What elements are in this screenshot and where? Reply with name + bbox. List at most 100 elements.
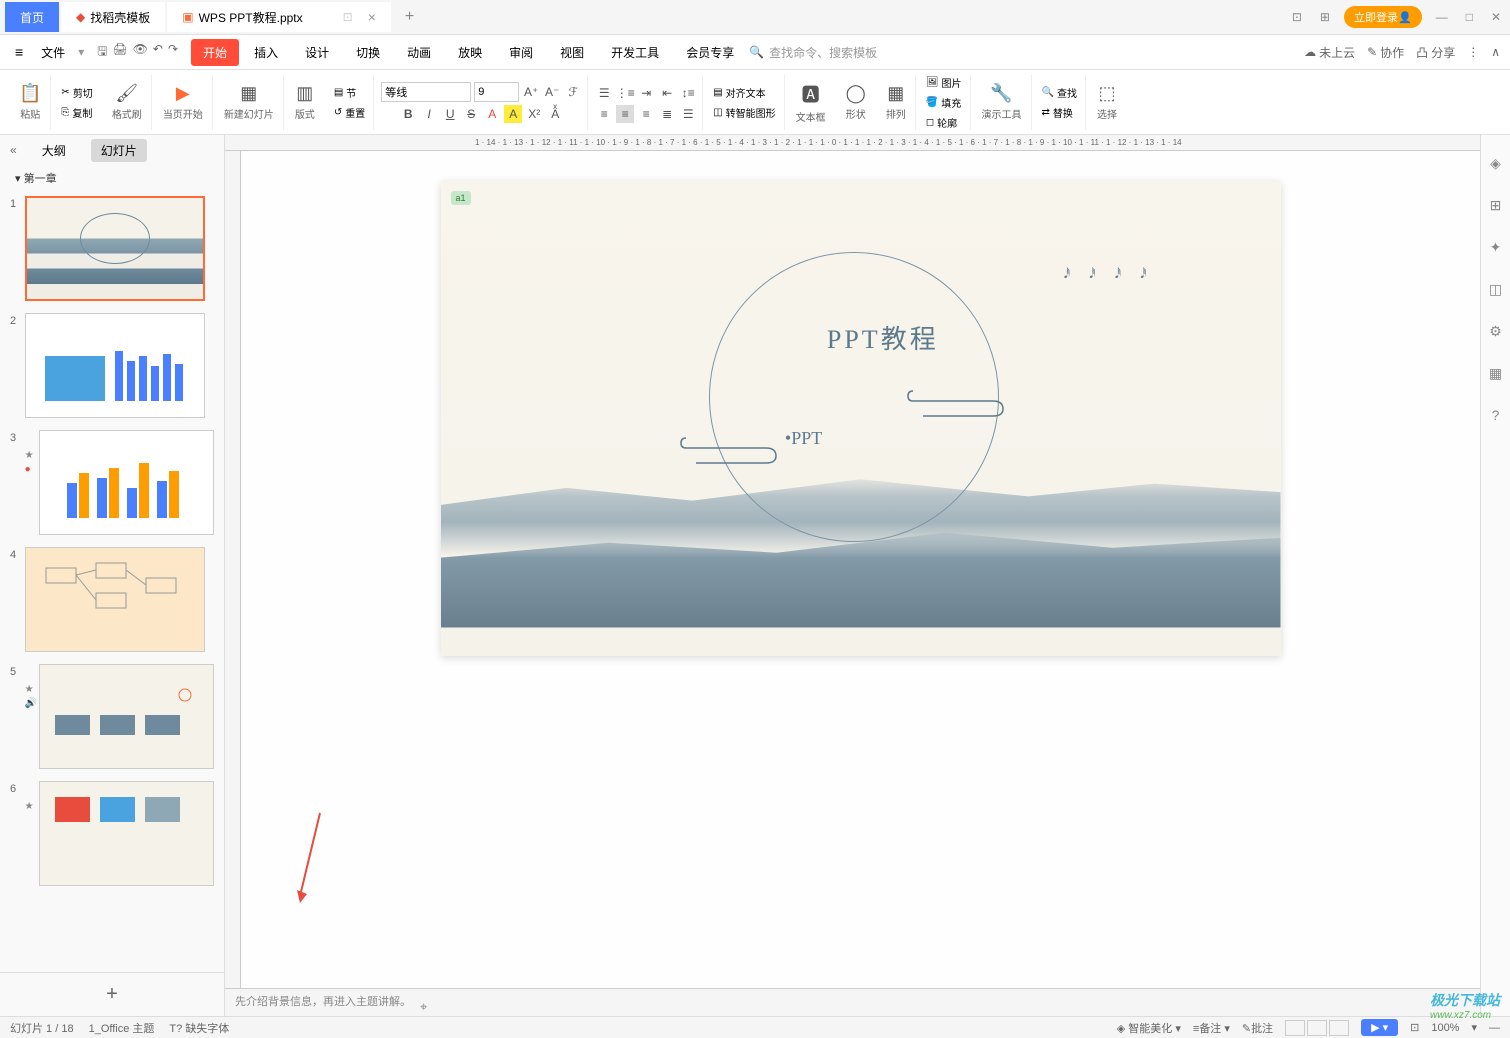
menu-design[interactable]: 设计 (293, 39, 341, 66)
indent-dec-button[interactable]: ⇤ (658, 84, 676, 102)
rp-help-icon[interactable]: ? (1492, 407, 1500, 423)
add-slide-button[interactable]: + (0, 972, 224, 1016)
increase-font-icon[interactable]: A⁺ (522, 83, 540, 101)
share-button[interactable]: 凸分享 (1416, 44, 1455, 61)
redo-icon[interactable]: ↷ (168, 42, 178, 63)
apps-icon[interactable]: ⊞ (1316, 6, 1334, 28)
tab-templates[interactable]: ◆ 找稻壳模板 (61, 2, 165, 32)
cloud-button[interactable]: ☁未上云 (1304, 44, 1355, 61)
tab-overflow-icon[interactable]: ⊡ (343, 10, 353, 24)
numbering-button[interactable]: ⋮≡ (616, 84, 634, 102)
picture-button[interactable]: 🖼图片 (923, 74, 965, 91)
font-size-select[interactable] (474, 82, 519, 102)
slide-canvas[interactable]: a1 PPT教程 •PPT 𝅘𝅥𝅱 𝅘𝅥𝅱 𝅘𝅥𝅱 𝅘𝅥𝅱 (441, 181, 1281, 656)
thumb-image-5[interactable] (39, 664, 214, 769)
zoom-out-icon[interactable]: — (1489, 1022, 1500, 1034)
reset-button[interactable]: ↺重置 (331, 104, 368, 121)
minimize-icon[interactable]: — (1432, 6, 1452, 28)
shape-button[interactable]: ◯形状 (842, 81, 870, 123)
fill-button[interactable]: 🪣填充 (923, 94, 965, 111)
more-icon[interactable]: ⋮ (1467, 45, 1479, 59)
thumb-image-6[interactable] (39, 781, 214, 886)
slide-viewport[interactable]: a1 PPT教程 •PPT 𝅘𝅥𝅱 𝅘𝅥𝅱 𝅘𝅥𝅱 𝅘𝅥𝅱 (225, 151, 1480, 988)
notes-area[interactable]: 先介绍背景信息，再进入主题讲解。 ⌖ (225, 988, 1480, 1016)
rp-templates-icon[interactable]: ▦ (1489, 365, 1502, 382)
thumb-6[interactable]: 6 ★ (10, 781, 214, 886)
thumb-image-4[interactable] (25, 547, 205, 652)
add-tab-button[interactable]: + (393, 8, 426, 26)
font-name-select[interactable] (381, 82, 471, 102)
file-dropdown-icon[interactable]: ▾ (78, 45, 84, 59)
bullets-button[interactable]: ☰ (595, 84, 613, 102)
find-button[interactable]: 🔍查找 (1039, 84, 1080, 101)
menu-member[interactable]: 会员专享 (674, 39, 746, 66)
rp-design-icon[interactable]: ◈ (1490, 155, 1501, 172)
align-left-button[interactable]: ≡ (595, 105, 613, 123)
collab-button[interactable]: ✎协作 (1367, 44, 1404, 61)
align-justify-button[interactable]: ≣ (658, 105, 676, 123)
normal-view-button[interactable] (1285, 1020, 1305, 1036)
layout-icon[interactable]: ⊡ (1288, 6, 1306, 28)
superscript-button[interactable]: X² (525, 105, 543, 123)
sorter-view-button[interactable] (1307, 1020, 1327, 1036)
bold-button[interactable]: B (399, 105, 417, 123)
rp-gallery-icon[interactable]: ◫ (1489, 281, 1502, 298)
italic-button[interactable]: I (420, 105, 438, 123)
missing-font-button[interactable]: T? 缺失字体 (169, 1020, 229, 1036)
slideshow-button[interactable]: ▶ ▾ (1361, 1019, 1398, 1036)
collapse-ribbon-icon[interactable]: ∧ (1491, 45, 1500, 59)
format-painter-button[interactable]: 🖌格式刷 (108, 81, 146, 123)
thumb-1[interactable]: 1 (10, 196, 214, 301)
comments-toggle[interactable]: ✎批注 (1242, 1020, 1273, 1036)
decrease-font-icon[interactable]: A⁻ (543, 83, 561, 101)
reading-view-button[interactable] (1329, 1020, 1349, 1036)
layout-button[interactable]: ▥版式 (291, 81, 319, 123)
outline-button[interactable]: ◻轮廓 (923, 114, 965, 131)
select-button[interactable]: ⬚选择 (1093, 81, 1121, 123)
beautify-button[interactable]: ◈ 智能美化 ▾ (1117, 1020, 1181, 1036)
tools-button[interactable]: 🔧演示工具 (978, 81, 1026, 123)
print-icon[interactable]: 🖨 (112, 42, 127, 63)
save-icon[interactable]: 🖫 (97, 42, 107, 63)
underline-button[interactable]: U (441, 105, 459, 123)
menu-devtools[interactable]: 开发工具 (599, 39, 671, 66)
distribute-button[interactable]: ☰ (679, 105, 697, 123)
highlight-button[interactable]: A (504, 105, 522, 123)
menu-view[interactable]: 视图 (548, 39, 596, 66)
rp-settings-icon[interactable]: ⚙ (1489, 323, 1502, 340)
line-spacing-button[interactable]: ↕≡ (679, 84, 697, 102)
thumbnail-list[interactable]: 1 2 3 ★● 4 5 ★🔊 6 ★ (0, 191, 224, 972)
cut-button[interactable]: ✂剪切 (58, 84, 95, 101)
menu-insert[interactable]: 插入 (242, 39, 290, 66)
indent-inc-button[interactable]: ⇥ (637, 84, 655, 102)
thumb-5[interactable]: 5 ★🔊 (10, 664, 214, 769)
collapse-panel-icon[interactable]: « (10, 143, 17, 157)
thumb-4[interactable]: 4 (10, 547, 214, 652)
thumb-3[interactable]: 3 ★● (10, 430, 214, 535)
login-button[interactable]: 立即登录 👤 (1344, 6, 1422, 28)
slide-title[interactable]: PPT教程 (827, 319, 939, 356)
notes-toggle[interactable]: ≡备注 ▾ (1193, 1020, 1230, 1036)
section-button[interactable]: ▤节 (331, 84, 368, 101)
file-menu[interactable]: 文件 (31, 41, 75, 64)
align-center-button[interactable]: ≡ (616, 105, 634, 123)
fit-button[interactable]: ⊡ (1410, 1021, 1419, 1034)
tab-close-icon[interactable]: × (368, 9, 376, 25)
menu-start[interactable]: 开始 (191, 39, 239, 66)
preview-icon[interactable]: 👁 (133, 42, 148, 63)
hamburger-icon[interactable]: ≡ (10, 44, 28, 60)
slide-comment-tag[interactable]: a1 (451, 191, 471, 205)
rp-style-icon[interactable]: ⊞ (1490, 197, 1502, 214)
maximize-icon[interactable]: □ (1462, 6, 1477, 28)
new-slide-button[interactable]: ▦新建幻灯片 (220, 81, 278, 123)
tab-home[interactable]: 首页 (5, 2, 59, 32)
outline-tab[interactable]: 大纲 (32, 139, 76, 162)
align-right-button[interactable]: ≡ (637, 105, 655, 123)
rp-animation-icon[interactable]: ✦ (1490, 239, 1502, 256)
thumb-2[interactable]: 2 (10, 313, 214, 418)
paste-button[interactable]: 📋粘贴 (15, 81, 45, 123)
replace-button[interactable]: ⇄替换 (1039, 104, 1080, 121)
clear-format-button[interactable]: Aͯ (546, 105, 564, 123)
close-icon[interactable]: ✕ (1487, 6, 1505, 28)
slides-tab[interactable]: 幻灯片 (91, 139, 147, 162)
